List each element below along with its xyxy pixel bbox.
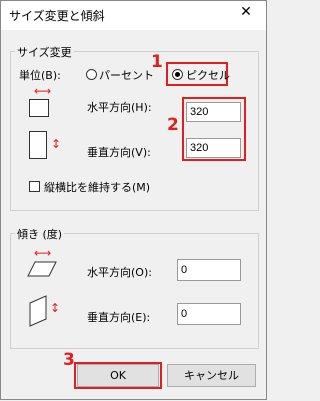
skew-horizontal-label: 水平方向(O): bbox=[87, 266, 152, 279]
skew-group-label: 傾き (度) bbox=[15, 226, 65, 242]
cancel-button[interactable]: キャンセル bbox=[167, 364, 256, 387]
resize-vertical-label: 垂直方向(V): bbox=[87, 146, 151, 159]
resize-skew-dialog: サイズ変更と傾斜 ✕ サイズ変更 単位(B): パーセント ピクセル 1 ⟷ 水… bbox=[0, 0, 267, 400]
unit-label: 単位(B): bbox=[19, 69, 61, 82]
percent-label[interactable]: パーセント bbox=[99, 67, 154, 83]
horizontal-skew-shape-icon bbox=[27, 261, 57, 277]
annotation-1: 1 bbox=[151, 52, 163, 72]
resize-vertical-input[interactable] bbox=[186, 138, 241, 158]
vertical-resize-arrow-icon: ↕ bbox=[51, 137, 62, 151]
horizontal-resize-arrow-icon: ⟷ bbox=[34, 84, 52, 98]
skew-vertical-input[interactable] bbox=[177, 303, 241, 325]
resize-horizontal-label: 水平方向(H): bbox=[87, 101, 152, 114]
pixel-label[interactable]: ピクセル bbox=[186, 67, 230, 83]
vertical-skew-shape-icon bbox=[29, 295, 47, 327]
vertical-skew-arrow-icon: ↕ bbox=[50, 301, 61, 315]
vertical-resize-rect-icon bbox=[29, 131, 47, 159]
close-icon[interactable]: ✕ bbox=[236, 4, 256, 20]
skew-vertical-label: 垂直方向(E): bbox=[87, 311, 151, 324]
keep-ratio-checkbox[interactable] bbox=[29, 181, 40, 192]
pixel-radio[interactable] bbox=[172, 69, 183, 80]
keep-ratio-label[interactable]: 縦横比を維持する(M) bbox=[44, 179, 150, 195]
ok-button[interactable]: OK bbox=[77, 364, 159, 387]
title-bar: サイズ変更と傾斜 ✕ bbox=[1, 1, 266, 30]
skew-horizontal-input[interactable] bbox=[177, 259, 241, 281]
horizontal-skew-arrow-icon: ⟷ bbox=[34, 246, 52, 260]
window-title: サイズ変更と傾斜 bbox=[9, 9, 105, 23]
resize-group-label: サイズ変更 bbox=[15, 44, 74, 60]
percent-radio[interactable] bbox=[86, 69, 97, 80]
resize-horizontal-input[interactable] bbox=[186, 102, 241, 122]
horizontal-resize-rect-icon bbox=[29, 99, 49, 117]
annotation-2: 2 bbox=[167, 115, 179, 135]
